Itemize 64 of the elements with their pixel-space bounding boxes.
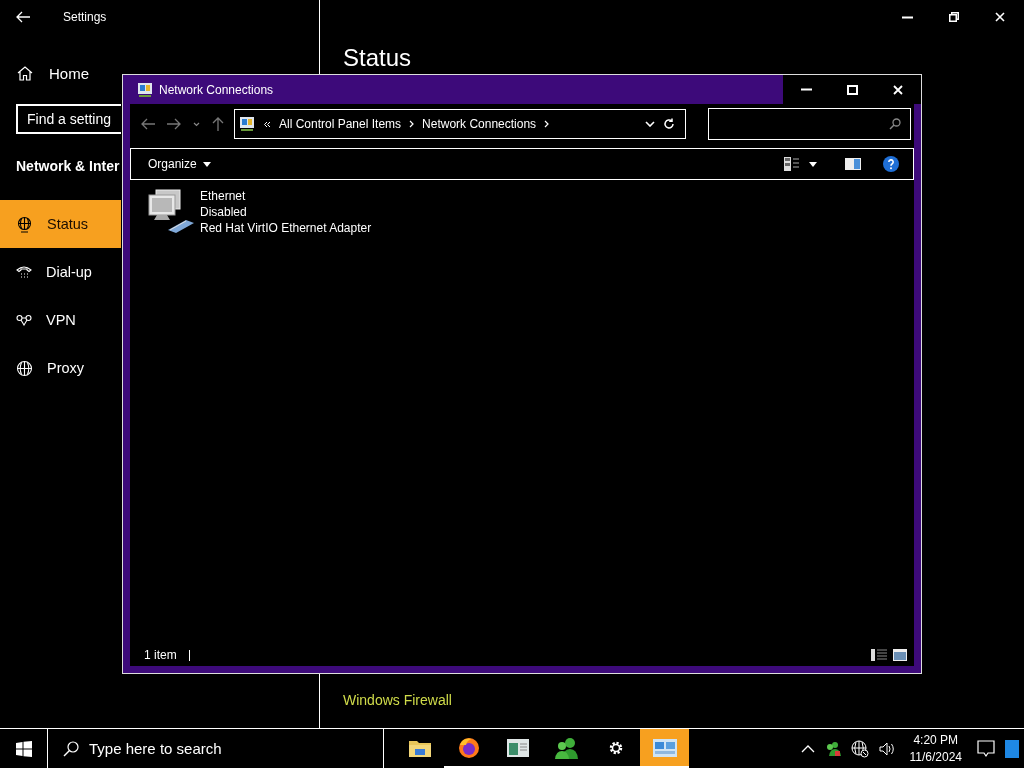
show-desktop-icon[interactable] bbox=[1005, 739, 1019, 758]
windows-icon bbox=[15, 740, 32, 757]
search-field[interactable] bbox=[708, 108, 911, 140]
people-icon[interactable] bbox=[824, 740, 841, 757]
overflow-icon bbox=[263, 120, 271, 128]
firefox-icon bbox=[457, 736, 480, 759]
page-heading: Status bbox=[343, 44, 412, 72]
item-count: 1 item bbox=[144, 648, 177, 662]
organize-button[interactable]: Organize bbox=[148, 157, 211, 171]
vpn-icon bbox=[16, 314, 32, 326]
search-icon bbox=[889, 118, 901, 130]
address-bar[interactable]: All Control Panel Items Network Connections bbox=[234, 109, 686, 139]
home-icon bbox=[17, 65, 33, 81]
control-panel-icon bbox=[652, 738, 677, 757]
up-icon[interactable] bbox=[212, 117, 224, 131]
taskbar-search[interactable]: Type here to search bbox=[48, 729, 384, 768]
control-panel-icon bbox=[137, 81, 153, 98]
home-link[interactable]: Home bbox=[0, 50, 121, 96]
globe-icon bbox=[16, 359, 33, 377]
app-window-icon bbox=[506, 738, 529, 757]
refresh-icon[interactable] bbox=[663, 118, 675, 130]
app-title: Settings bbox=[63, 10, 107, 24]
search-icon bbox=[63, 740, 79, 757]
folder-icon bbox=[408, 738, 431, 757]
control-panel-icon bbox=[239, 116, 255, 132]
maximize-icon bbox=[846, 84, 858, 95]
settings-icon bbox=[607, 739, 624, 756]
network-icon[interactable] bbox=[850, 739, 869, 758]
chevron-up-icon[interactable] bbox=[800, 744, 815, 753]
details-view-icon[interactable] bbox=[871, 649, 887, 661]
firewall-link[interactable]: Windows Firewall bbox=[343, 692, 1024, 708]
caret-icon[interactable] bbox=[809, 161, 817, 167]
nav-item[interactable]: Status bbox=[0, 200, 121, 248]
forward-icon[interactable] bbox=[167, 118, 181, 130]
search-field[interactable]: Find a setting bbox=[16, 104, 121, 134]
connection-status: Disabled bbox=[200, 204, 248, 220]
minimize-icon[interactable] bbox=[902, 15, 913, 19]
adapter-name: Red Hat VirtIO Ethernet Adapter bbox=[200, 220, 372, 236]
tiles-view-icon[interactable] bbox=[893, 649, 907, 661]
notification-icon[interactable] bbox=[977, 739, 995, 758]
clock[interactable]: 4:20 PM 11/6/2024 bbox=[899, 731, 972, 766]
chevron-icon[interactable] bbox=[193, 121, 200, 127]
restore-icon[interactable] bbox=[949, 12, 959, 22]
globe-icon bbox=[16, 215, 33, 233]
nav-item[interactable]: Proxy bbox=[0, 344, 121, 392]
nav-item[interactable]: Dial-up bbox=[0, 248, 121, 296]
help-icon[interactable] bbox=[883, 156, 899, 172]
window-title: Network Connections bbox=[159, 82, 274, 97]
section-heading: Network & Inter bbox=[15, 157, 121, 172]
minimize-icon bbox=[800, 88, 812, 91]
phone-icon bbox=[16, 264, 32, 280]
breadcrumb-item[interactable]: All Control Panel Items bbox=[279, 117, 402, 131]
preview-pane-icon[interactable] bbox=[845, 158, 861, 170]
caret-icon bbox=[202, 161, 211, 167]
close-icon[interactable] bbox=[995, 12, 1005, 22]
nav-item[interactable]: VPN bbox=[0, 296, 121, 344]
breadcrumb-item[interactable]: Network Connections bbox=[422, 117, 537, 131]
connection-name: Ethernet bbox=[200, 188, 247, 204]
network-computer-icon bbox=[146, 188, 196, 234]
volume-icon[interactable] bbox=[878, 741, 895, 756]
close-icon bbox=[893, 84, 903, 95]
dropdown-icon[interactable] bbox=[645, 121, 655, 127]
view-options-icon[interactable] bbox=[784, 157, 799, 171]
people-icon bbox=[554, 736, 579, 759]
